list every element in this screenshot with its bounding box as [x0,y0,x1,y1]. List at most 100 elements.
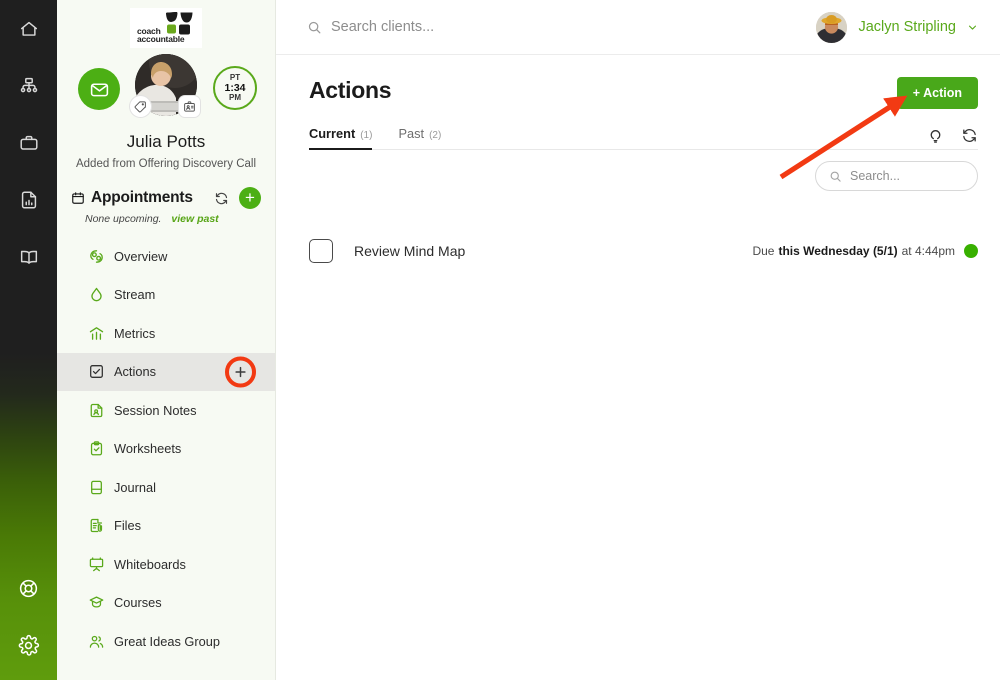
sidebar-item-overview[interactable]: Overview [57,237,275,276]
sidebar-item-label: Whiteboards [114,556,186,572]
metrics-chart-icon [88,325,114,342]
search-input[interactable]: Search... [815,161,978,191]
gear-icon[interactable] [0,617,57,674]
sidebar-item-session-notes[interactable]: Session Notes [57,391,275,430]
action-checkbox[interactable] [309,239,333,263]
sidebar-item-metrics[interactable]: Metrics [57,314,275,353]
add-appointment-button[interactable]: + [239,187,261,209]
refresh-icon[interactable] [961,127,978,144]
tab-actions [927,127,978,149]
session-notes-icon [88,402,114,419]
client-source-note: Added from Offering Discovery Call [75,158,257,170]
sidebar-item-whiteboards[interactable]: Whiteboards [57,545,275,584]
due-time: at 4:44pm [901,244,955,258]
lightbulb-icon[interactable] [927,127,944,144]
overview-leaf-icon [88,248,114,265]
add-action-sidebar-button[interactable] [225,356,256,388]
tab-bar: Current (1) Past (2) [309,121,978,150]
global-nav-rail [0,0,57,680]
search-icon [829,170,842,183]
client-avatar-cluster: PT 1:34 PM [57,54,275,126]
sidebar-item-worksheets[interactable]: Worksheets [57,430,275,469]
search-clients-placeholder: Search clients... [331,19,435,35]
page-title: Actions [309,77,392,103]
client-sidebar: coach accountable PT 1:34 PM Julia Potts… [57,0,276,680]
action-title: Review Mind Map [354,243,466,259]
local-time: 1:34 [224,82,246,94]
page-header: Actions + Action [276,55,1000,109]
tab-label: Current [309,126,356,141]
sidebar-item-label: Files [114,518,142,534]
sidebar-item-label: Courses [114,595,162,611]
action-due: Due this Wednesday (5/1) at 4:44pm [752,244,978,258]
search-clients-input[interactable]: Search clients... [307,19,434,35]
rail-bottom-icons [0,560,57,674]
sidebar-item-label: Overview [114,248,168,264]
droplet-icon [88,286,114,303]
lifebuoy-icon[interactable] [0,560,57,617]
user-menu[interactable]: Jaclyn Stripling [816,11,978,43]
sidebar-item-label: Great Ideas Group [114,633,220,649]
tab-count: (2) [429,130,442,141]
client-nav-list: Overview Stream Metrics Actions Session … [57,237,275,661]
chevron-down-icon[interactable] [967,22,978,33]
message-client-button[interactable] [78,68,120,110]
refresh-icon[interactable] [214,191,229,206]
graduation-cap-icon [88,594,114,611]
sidebar-item-label: Journal [114,479,156,495]
list-search-row: Search... [276,150,1000,191]
sidebar-item-great-ideas-group[interactable]: Great Ideas Group [57,622,275,661]
sidebar-item-label: Actions [114,364,156,380]
sidebar-item-actions[interactable]: Actions [57,352,275,391]
sidebar-item-files[interactable]: Files [57,507,275,546]
checkbox-icon [88,363,114,380]
sidebar-item-courses[interactable]: Courses [57,584,275,623]
sidebar-item-journal[interactable]: Journal [57,468,275,507]
app-root: coach accountable PT 1:34 PM Julia Potts… [0,0,1000,680]
add-action-button[interactable]: + Action [896,77,978,109]
people-group-icon [88,633,114,650]
due-prefix: Due [752,244,775,258]
search-icon [307,20,322,35]
journal-book-icon [88,479,114,496]
clipboard-check-icon [88,440,114,457]
local-time-meridiem: PM [229,93,241,102]
sidebar-item-label: Stream [114,287,156,303]
id-badge-icon[interactable] [179,96,200,117]
sidebar-item-stream[interactable]: Stream [57,276,275,315]
client-name: Julia Potts [126,132,206,151]
due-date: this Wednesday (5/1) [778,244,898,258]
tab-past[interactable]: Past (2) [398,126,441,150]
tab-current[interactable]: Current (1) [309,126,373,150]
list-item[interactable]: Review Mind Map Due this Wednesday (5/1)… [309,234,978,268]
sidebar-item-label: Metrics [114,325,156,341]
briefcase-icon[interactable] [0,114,57,171]
leaf-logo-icon [165,11,195,42]
rail-top-icons [0,0,57,285]
book-icon[interactable] [0,228,57,285]
appointments-status: None upcoming. view past [71,213,261,225]
appointments-section: Appointments + None upcoming. view past [57,187,275,225]
search-placeholder: Search... [850,169,901,183]
sidebar-item-label: Worksheets [114,441,182,457]
client-timezone-clock: PT 1:34 PM [213,66,257,110]
whiteboard-easel-icon [88,556,114,573]
tag-icon[interactable] [130,96,151,117]
appointments-status-text: None upcoming. [85,213,162,225]
top-bar: Search clients... Jaclyn Stripling [276,0,1000,55]
avatar [816,11,848,43]
brand-logo[interactable]: coach accountable [57,0,275,48]
status-badge[interactable] [964,244,978,258]
calendar-icon [71,191,85,205]
view-past-appointments-link[interactable]: view past [171,213,218,225]
org-chart-icon[interactable] [0,57,57,114]
user-name: Jaclyn Stripling [858,19,956,35]
report-icon[interactable] [0,171,57,228]
file-attachment-icon [88,517,114,534]
sidebar-item-label: Session Notes [114,402,197,418]
main-content: Search clients... Jaclyn Stripling Actio… [276,0,1000,680]
tab-count: (1) [360,130,373,141]
tab-label: Past [398,126,425,141]
appointments-title: Appointments [91,189,193,206]
home-icon[interactable] [0,0,57,57]
